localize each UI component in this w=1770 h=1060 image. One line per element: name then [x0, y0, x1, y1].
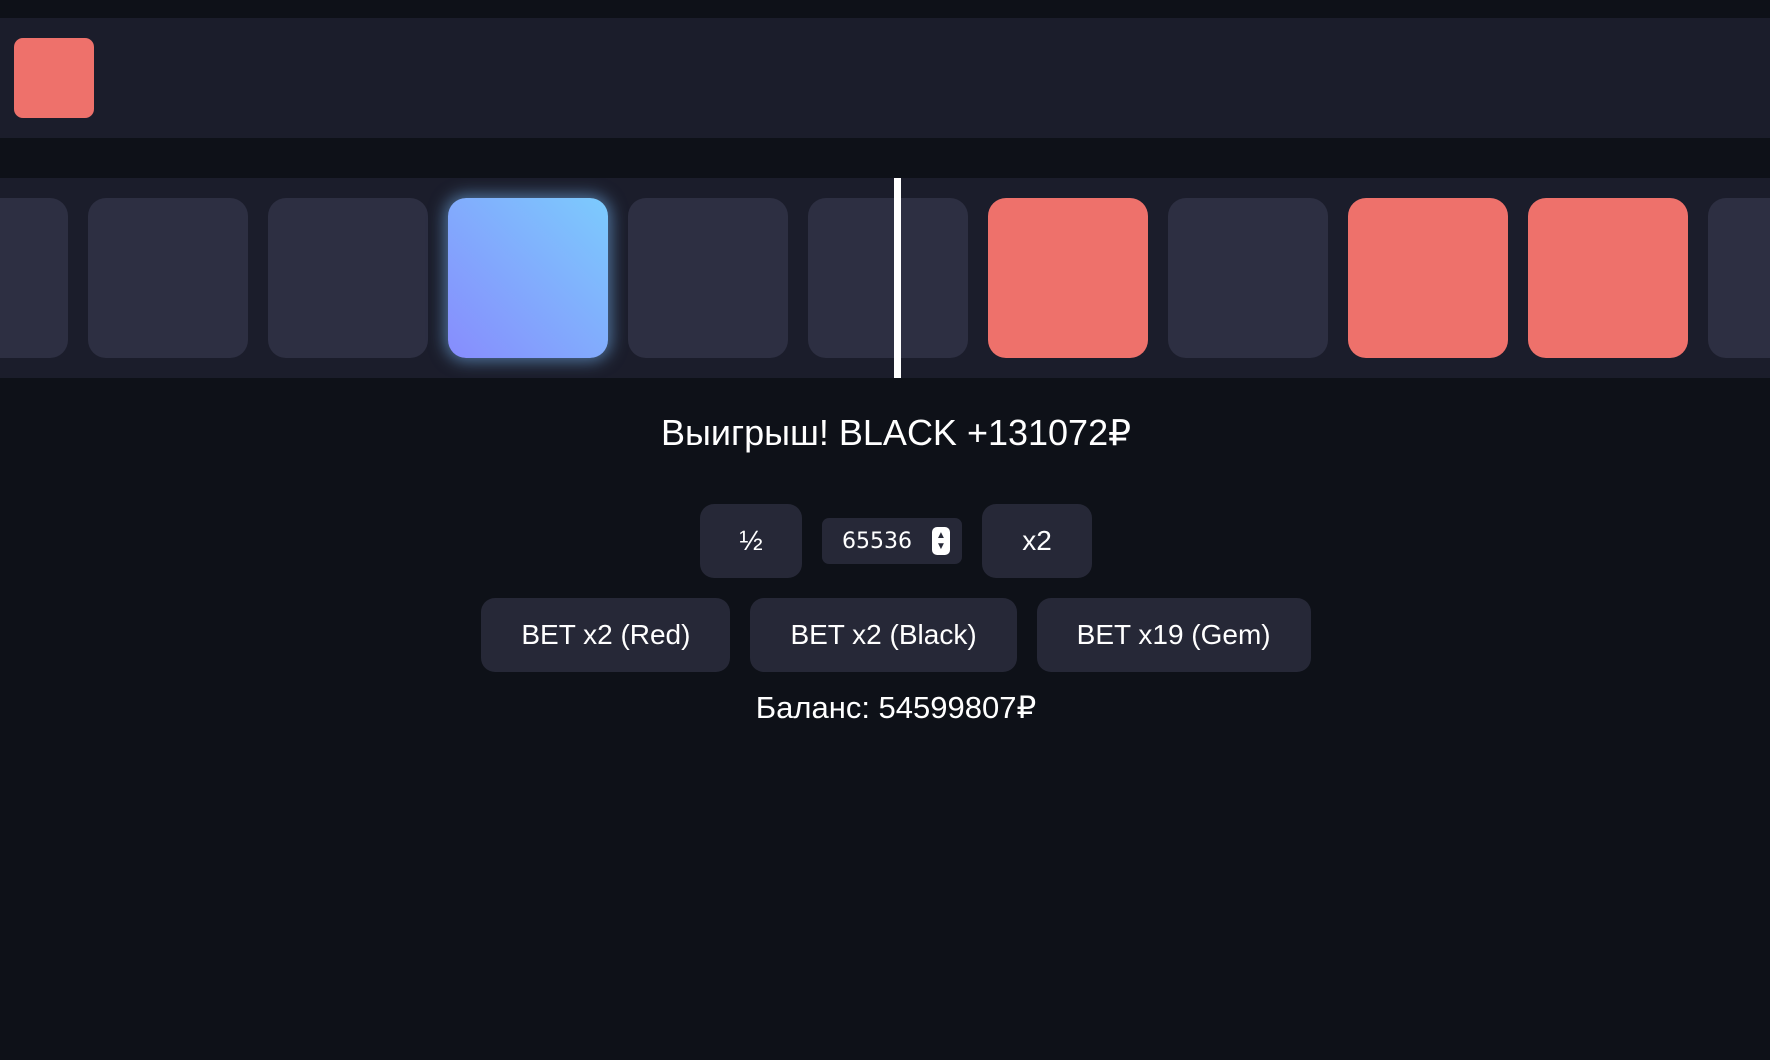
roulette-tile-black	[1168, 198, 1328, 358]
roulette-tile-black	[1708, 198, 1770, 358]
chevron-up-icon[interactable]: ▲	[936, 530, 946, 541]
roulette-tile-black	[0, 198, 68, 358]
amount-stepper[interactable]: ▲ ▼	[932, 527, 950, 555]
roulette-tile-black	[628, 198, 788, 358]
history-item-red	[14, 38, 94, 118]
bet-buttons: BET x2 (Red) BET x2 (Black) BET x19 (Gem…	[0, 598, 1770, 672]
history-bar	[0, 18, 1770, 138]
roulette-tile-red	[988, 198, 1148, 358]
bet-amount-input[interactable]	[842, 528, 932, 554]
roulette-tile-gem	[448, 198, 608, 358]
result-message: Выигрыш! BLACK +131072₽	[660, 412, 1132, 453]
bet-black-button[interactable]: BET x2 (Black)	[750, 598, 1017, 672]
roulette-tile-red	[1528, 198, 1688, 358]
roulette-tile-black	[808, 198, 968, 358]
roulette-pointer	[894, 178, 901, 378]
roulette-tile-black	[88, 198, 248, 358]
balance-display: Баланс: 54599807₽	[755, 690, 1037, 725]
chevron-down-icon[interactable]: ▼	[936, 541, 946, 552]
double-amount-button[interactable]: x2	[982, 504, 1092, 578]
bet-amount-field[interactable]: ▲ ▼	[822, 518, 962, 564]
roulette-tile-black	[268, 198, 428, 358]
bet-red-button[interactable]: BET x2 (Red)	[481, 598, 731, 672]
bet-amount-controls: ½ ▲ ▼ x2	[0, 504, 1770, 578]
half-amount-button[interactable]: ½	[700, 504, 802, 578]
bet-gem-button[interactable]: BET x19 (Gem)	[1036, 598, 1311, 672]
roulette-tile-red	[1348, 198, 1508, 358]
roulette-strip	[0, 178, 1770, 378]
